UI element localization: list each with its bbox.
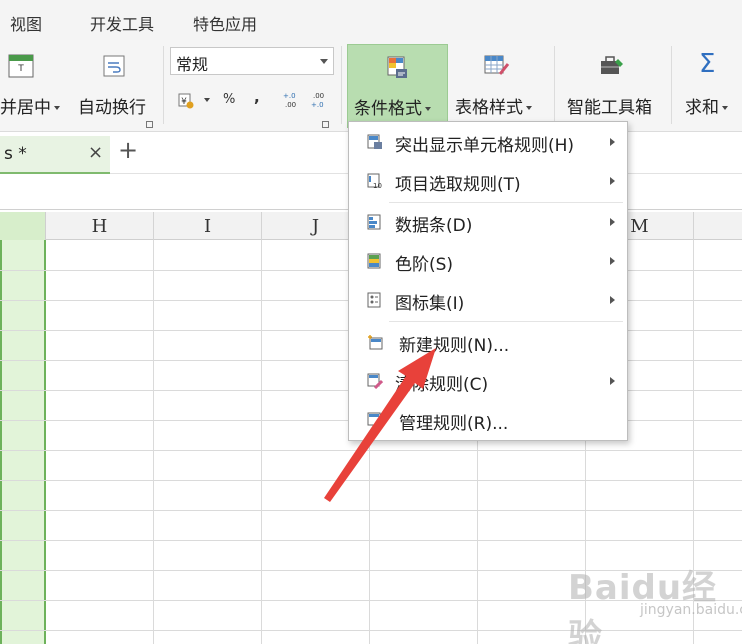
ribbon-toolbar: T 并居中 自动换行 常规 ¥ % , +.0 .00 .00 +.0 条件格式… (0, 40, 742, 132)
grid-line (0, 450, 742, 451)
chevron-down-icon (526, 106, 532, 110)
alignment-dialog-launcher-icon[interactable] (146, 121, 153, 128)
menu-separator (389, 202, 623, 203)
menu-item-color-scales[interactable]: 色阶(S) (349, 244, 627, 280)
conditional-formatting-icon (387, 56, 407, 78)
menu-item-label: 数据条(D) (395, 216, 473, 236)
thousands-separator-button[interactable]: , (254, 88, 260, 106)
currency-icon: ¥ (178, 93, 194, 109)
menu-item-clear-rules[interactable]: 清除规则(C) (349, 364, 627, 400)
submenu-arrow-icon (610, 218, 615, 226)
merge-center-label: 并居中 (0, 98, 51, 118)
submenu-arrow-icon (610, 296, 615, 304)
menu-tab-features[interactable]: 特色应用 (193, 11, 257, 35)
ribbon-separator (554, 46, 555, 124)
chevron-down-icon (722, 106, 728, 110)
close-icon[interactable]: × (88, 142, 103, 163)
menu-item-label: 突出显示单元格规则(H) (395, 136, 575, 156)
svg-text:+.0: +.0 (283, 92, 296, 100)
menu-item-manage-rules[interactable]: 管理规则(R)... (349, 403, 627, 439)
menu-item-data-bars[interactable]: 数据条(D) (349, 205, 627, 241)
menu-item-label: 图标集(I) (395, 294, 465, 314)
merge-cells-icon: T (8, 54, 34, 78)
manage-rules-icon (367, 412, 382, 427)
menu-item-label: 清除规则(C) (395, 375, 489, 395)
new-tab-icon[interactable]: + (118, 138, 138, 162)
chevron-down-icon (425, 107, 431, 111)
chevron-down-icon (54, 106, 60, 110)
menu-item-new-rule[interactable]: 新建规则(N)... (349, 325, 627, 361)
conditional-formatting-menu: 突出显示单元格规则(H) 10 项目选取规则(T) 数据条(D) 色阶(S) 图… (348, 121, 628, 441)
top-bottom-rules-icon: 10 (367, 173, 382, 189)
menu-tab-view[interactable]: 视图 (10, 11, 42, 35)
document-tab-name: s * (4, 144, 27, 164)
svg-text:¥: ¥ (181, 97, 187, 107)
conditional-formatting-button[interactable]: 条件格式 (347, 44, 448, 128)
svg-text:.00: .00 (285, 101, 296, 109)
menu-item-label: 管理规则(R)... (399, 414, 509, 434)
spreadsheet-app-window: 视图 开发工具 特色应用 T 并居中 自动换行 常规 ¥ % , +.0 .00… (0, 0, 742, 644)
menu-item-label: 色阶(S) (395, 255, 454, 275)
clear-rules-icon (367, 373, 383, 389)
menu-item-label: 新建规则(N)... (399, 336, 510, 356)
menu-tab-bar: 视图 开发工具 特色应用 (0, 0, 742, 40)
column-header-i[interactable]: I (154, 212, 262, 240)
number-format-select[interactable]: 常规 (170, 47, 334, 75)
submenu-arrow-icon (610, 257, 615, 265)
table-styles-icon (484, 55, 510, 75)
chevron-down-icon (320, 59, 328, 64)
percent-format-button[interactable]: % (223, 92, 235, 107)
baidu-watermark-url: jingyan.baidu.com (640, 602, 742, 618)
ribbon-separator (163, 46, 164, 124)
column-header-n[interactable] (694, 212, 742, 240)
highlight-rules-icon (367, 134, 382, 149)
submenu-arrow-icon (610, 138, 615, 146)
wrap-text-label: 自动换行 (78, 98, 146, 118)
svg-text:.00: .00 (313, 92, 324, 100)
menu-separator (389, 321, 623, 322)
toolbox-icon (601, 56, 623, 74)
autosum-label: 求和 (685, 98, 719, 118)
menu-item-icon-sets[interactable]: 图标集(I) (349, 283, 627, 319)
grid-line (0, 540, 742, 541)
icon-sets-icon (367, 292, 381, 308)
data-bars-icon (367, 214, 381, 230)
color-scales-icon (367, 253, 381, 269)
number-format-value: 常规 (176, 55, 209, 74)
document-tab[interactable]: s * × (0, 136, 110, 174)
decrease-decimal-icon[interactable]: .00 +.0 (310, 91, 328, 109)
menu-item-label: 项目选取规则(T) (395, 175, 521, 195)
wrap-text-icon (103, 55, 125, 77)
number-dialog-launcher-icon[interactable] (322, 121, 329, 128)
ribbon-separator (671, 46, 672, 124)
menu-tab-developer[interactable]: 开发工具 (90, 11, 154, 35)
grid-line (0, 480, 742, 481)
chevron-down-icon (204, 98, 210, 102)
menu-item-top-bottom-rules[interactable]: 10 项目选取规则(T) (349, 164, 627, 200)
column-header-h[interactable]: H (46, 212, 154, 240)
svg-text:+.0: +.0 (311, 101, 324, 109)
table-styles-label: 表格样式 (455, 98, 523, 118)
svg-text:10: 10 (373, 182, 382, 189)
sigma-icon: Σ (699, 49, 716, 79)
menu-item-highlight-cell-rules[interactable]: 突出显示单元格规则(H) (349, 125, 627, 161)
smart-toolbox-label: 智能工具箱 (567, 98, 652, 118)
new-rule-icon (368, 335, 383, 350)
increase-decimal-icon[interactable]: +.0 .00 (282, 91, 300, 109)
conditional-formatting-label: 条件格式 (354, 99, 422, 119)
svg-text:T: T (17, 64, 24, 74)
submenu-arrow-icon (610, 177, 615, 185)
grid-line (0, 510, 742, 511)
ribbon-separator (341, 46, 342, 124)
submenu-arrow-icon (610, 377, 615, 385)
selected-column-header[interactable] (0, 212, 46, 240)
